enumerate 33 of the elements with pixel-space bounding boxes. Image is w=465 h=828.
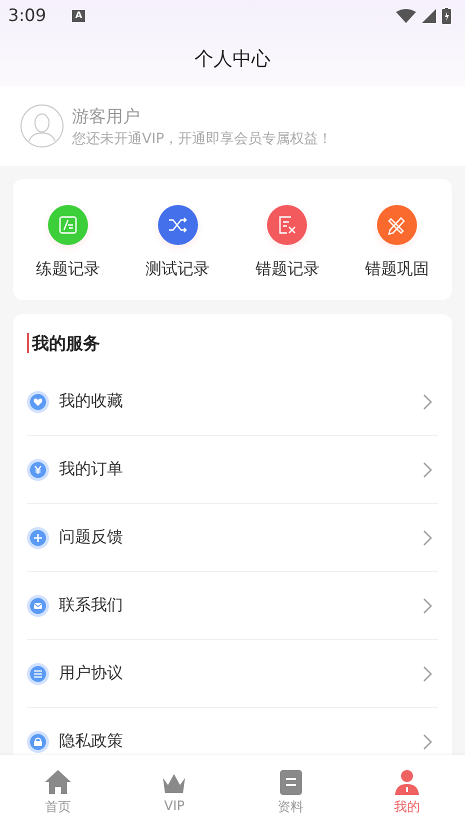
shortcut-item[interactable]: 练题记录 bbox=[15, 205, 120, 280]
chevron-icon bbox=[423, 598, 432, 614]
lock-icon bbox=[27, 730, 49, 752]
service-row[interactable]: 我的订单 bbox=[27, 435, 438, 503]
status-time: 3:09 bbox=[8, 6, 46, 26]
battery-icon bbox=[442, 8, 451, 24]
person-icon bbox=[392, 768, 421, 796]
service-row[interactable]: 用户协议 bbox=[27, 639, 438, 707]
yen-icon bbox=[27, 458, 49, 480]
chevron-icon bbox=[423, 394, 432, 410]
shortcut-item[interactable]: 测试记录 bbox=[125, 205, 230, 280]
chevron-icon bbox=[423, 666, 432, 682]
mail-icon bbox=[27, 594, 49, 616]
vip-prompt: 您还未开通VIP，开通即享会员专属权益！ bbox=[72, 130, 332, 148]
chevron-icon bbox=[423, 530, 432, 546]
chevron-icon bbox=[423, 462, 432, 478]
service-row[interactable]: 问题反馈 bbox=[27, 503, 438, 571]
wifi-icon bbox=[396, 9, 416, 23]
service-row[interactable]: 我的收藏 bbox=[27, 368, 438, 435]
plus-icon bbox=[27, 526, 49, 548]
notification-icon: A bbox=[72, 10, 86, 22]
signal-icon bbox=[422, 9, 436, 23]
list-icon bbox=[27, 662, 49, 684]
shortcut-item[interactable]: 错题记录 bbox=[234, 205, 340, 280]
page-title: 个人中心 bbox=[194, 47, 270, 72]
home-icon bbox=[44, 768, 72, 796]
avatar-icon[interactable] bbox=[20, 104, 64, 148]
shortcut-item[interactable]: 错题巩固 bbox=[344, 205, 450, 280]
section-title: 我的服务 bbox=[32, 332, 100, 354]
service-row[interactable]: 联系我们 bbox=[27, 571, 438, 639]
heart-icon bbox=[27, 390, 49, 412]
user-name: 游客用户 bbox=[72, 106, 141, 128]
chevron-icon bbox=[423, 734, 432, 750]
